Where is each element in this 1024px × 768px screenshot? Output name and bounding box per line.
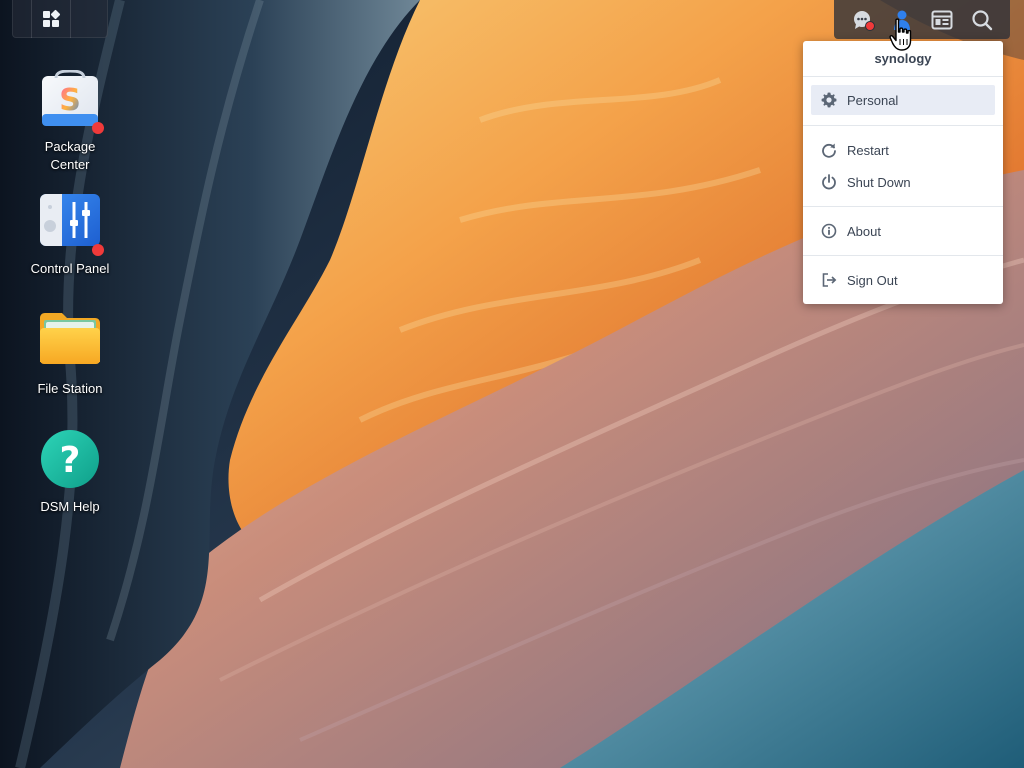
menu-item-label: Restart xyxy=(847,142,889,158)
menu-divider xyxy=(803,76,1003,77)
search-button[interactable] xyxy=(962,0,1002,39)
search-icon xyxy=(972,9,993,30)
menu-item-label: Sign Out xyxy=(847,272,898,288)
gear-icon xyxy=(821,92,837,108)
menu-item-label: About xyxy=(847,223,881,239)
menu-item-label: Shut Down xyxy=(847,174,911,190)
menu-item-personal[interactable]: Personal xyxy=(811,85,995,115)
widgets-icon xyxy=(931,10,953,29)
chat-button[interactable] xyxy=(842,0,882,39)
menu-item-sign-out[interactable]: Sign Out xyxy=(811,265,995,295)
package-center-icon: S xyxy=(40,69,104,134)
folder-icon xyxy=(40,312,100,372)
menu-item-label: Personal xyxy=(847,92,899,108)
sign-out-icon xyxy=(821,272,837,288)
user-button[interactable] xyxy=(882,0,922,39)
chat-notification-dot xyxy=(865,21,875,31)
desktop-icon-file-station[interactable]: File Station xyxy=(15,312,125,398)
menu-divider xyxy=(803,255,1003,256)
desktop[interactable]: S Package Center Control Panel File Stat… xyxy=(0,0,1024,768)
taskbar-tray xyxy=(834,0,1010,39)
info-icon xyxy=(821,223,837,239)
menu-divider xyxy=(803,206,1003,207)
user-icon xyxy=(894,10,910,30)
menu-item-about[interactable]: About xyxy=(811,216,995,246)
desktop-icon-label: File Station xyxy=(37,381,103,396)
desktop-icon-package-center[interactable]: S Package Center xyxy=(15,69,125,174)
desktop-icon-label: Control Panel xyxy=(30,261,110,276)
restart-icon xyxy=(821,142,837,158)
user-menu: synology Personal Restart Shut Down Abou… xyxy=(803,41,1003,304)
svg-text:?: ? xyxy=(60,440,81,481)
svg-text:S: S xyxy=(59,83,81,118)
desktop-icon-control-panel[interactable]: Control Panel xyxy=(15,192,125,278)
control-panel-badge xyxy=(92,244,104,256)
menu-item-restart[interactable]: Restart xyxy=(811,135,995,165)
power-icon xyxy=(821,174,837,190)
menu-username: synology xyxy=(874,51,932,66)
desktop-icon-label: Package Center xyxy=(44,139,96,172)
grid-icon xyxy=(43,9,61,27)
menu-item-shut-down[interactable]: Shut Down xyxy=(811,167,995,197)
help-icon: ? xyxy=(40,430,100,490)
widgets-button[interactable] xyxy=(922,0,962,39)
control-panel-icon xyxy=(40,192,104,256)
taskbar-left xyxy=(12,0,108,38)
menu-divider xyxy=(803,125,1003,126)
package-center-badge xyxy=(92,122,104,134)
desktop-icon-dsm-help[interactable]: ? DSM Help xyxy=(15,430,125,516)
desktop-icon-label: DSM Help xyxy=(40,499,100,514)
main-menu-button[interactable] xyxy=(31,0,71,38)
